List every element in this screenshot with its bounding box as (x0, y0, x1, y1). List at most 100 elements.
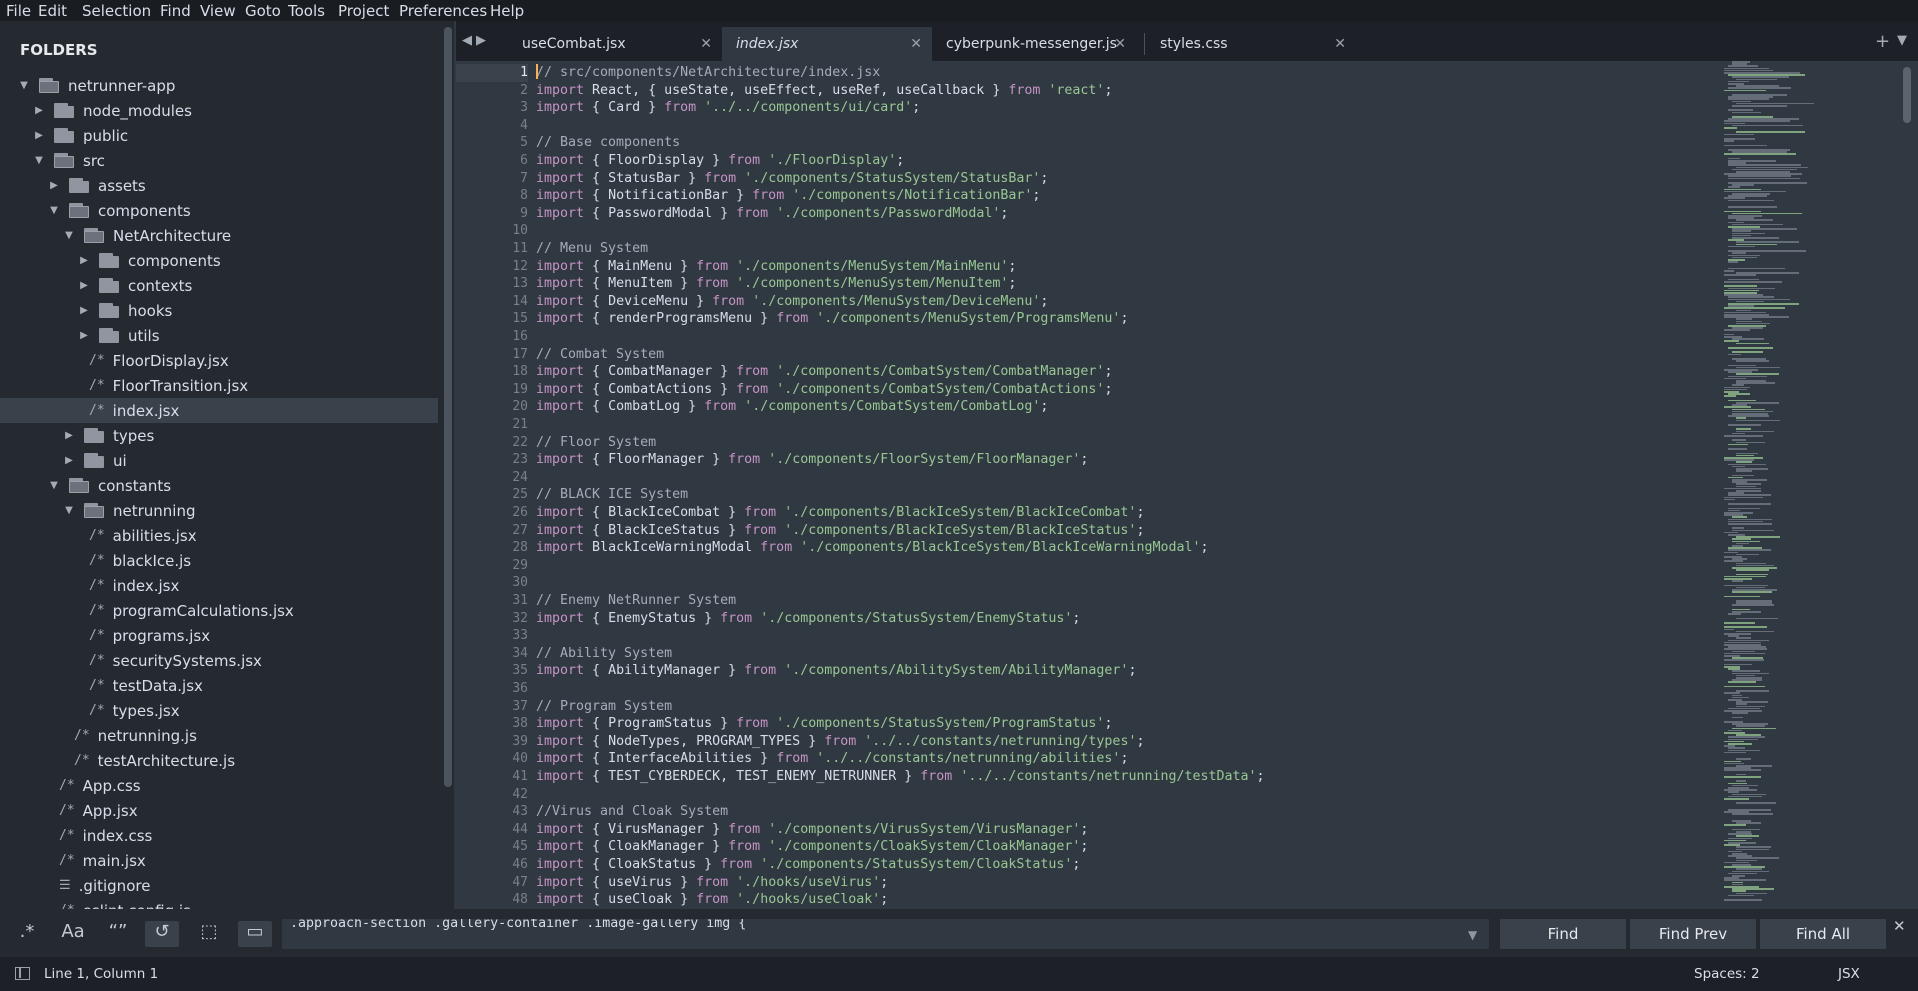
find-prev-button[interactable]: Find Prev (1630, 919, 1756, 949)
tree-folder[interactable]: ▼ src (0, 148, 438, 173)
highlight-matches-icon[interactable]: ▭ (238, 921, 272, 947)
code-line[interactable]: // Enemy NetRunner System (536, 592, 736, 610)
chevron-right-icon[interactable]: ▶ (79, 255, 89, 266)
chevron-right-icon[interactable]: ▶ (64, 455, 74, 466)
tree-file[interactable]: /* FloorTransition.jsx (0, 373, 438, 398)
code-line[interactable]: import { EnemyStatus } from './component… (536, 610, 1080, 628)
code-line[interactable]: // Base components (536, 134, 680, 152)
code-line[interactable]: import { InterfaceAbilities } from '../.… (536, 750, 1128, 768)
tree-file[interactable]: ☰ .gitignore (0, 873, 438, 898)
tree-folder[interactable]: ▼ netrunning (0, 498, 438, 523)
code-line[interactable]: // Floor System (536, 434, 656, 452)
find-all-button[interactable]: Find All (1760, 919, 1886, 949)
syntax-setting[interactable]: JSX (1838, 966, 1860, 982)
editor-scroll-thumb[interactable] (1903, 67, 1911, 123)
chevron-right-icon[interactable]: ▶ (34, 105, 44, 116)
code-line[interactable]: import { CloakManager } from './componen… (536, 838, 1088, 856)
chevron-right-icon[interactable]: ▶ (79, 330, 89, 341)
tree-folder[interactable]: ▶ contexts (0, 273, 438, 298)
code-line[interactable]: import { FloorDisplay } from './FloorDis… (536, 152, 904, 170)
sidebar-scroll-thumb[interactable] (444, 27, 452, 787)
tree-folder[interactable]: ▶ utils (0, 323, 438, 348)
menu-preferences[interactable]: Preferences (399, 2, 487, 20)
code-line[interactable]: //Virus and Cloak System (536, 803, 728, 821)
chevron-right-icon[interactable]: ▶ (79, 280, 89, 291)
chevron-right-icon[interactable]: ▶ (64, 430, 74, 441)
chevron-right-icon[interactable]: ▶ (34, 130, 44, 141)
tree-file[interactable]: /* App.jsx (0, 798, 438, 823)
tree-file[interactable]: /* index.jsx (0, 398, 438, 423)
tree-file[interactable]: /* testArchitecture.js (0, 748, 438, 773)
chevron-right-icon[interactable]: ▶ (49, 180, 59, 191)
code-line[interactable]: import { CombatLog } from './components/… (536, 398, 1048, 416)
code-line[interactable]: import { useCloak } from './hooks/useClo… (536, 891, 888, 909)
code-line[interactable]: // Menu System (536, 240, 648, 258)
regex-icon[interactable]: .* (10, 921, 44, 947)
tree-file[interactable]: /* abilities.jsx (0, 523, 438, 548)
menu-project[interactable]: Project (338, 2, 389, 20)
chevron-right-icon[interactable]: ▶ (79, 305, 89, 316)
tree-file[interactable]: /* netrunning.js (0, 723, 438, 748)
code-line[interactable]: import { BlackIceCombat } from './compon… (536, 504, 1144, 522)
code-line[interactable]: import { CombatManager } from './compone… (536, 363, 1112, 381)
code-line[interactable]: import { MainMenu } from './components/M… (536, 258, 1016, 276)
tree-folder[interactable]: ▶ types (0, 423, 438, 448)
tab-usecombat[interactable]: useCombat.jsx ✕ (508, 27, 722, 61)
tree-file[interactable]: /* index.jsx (0, 573, 438, 598)
tree-folder[interactable]: ▶ node_modules (0, 98, 438, 123)
tree-file[interactable]: /* main.jsx (0, 848, 438, 873)
tree-folder[interactable]: ▶ components (0, 248, 438, 273)
menu-find[interactable]: Find (160, 2, 191, 20)
tree-folder[interactable]: ▼ constants (0, 473, 438, 498)
code-line[interactable]: import { StatusBar } from './components/… (536, 170, 1048, 188)
whole-word-icon[interactable]: “” (101, 921, 135, 947)
tab-cyberpunk-messenger[interactable]: cyberpunk-messenger.js ✕ (932, 27, 1136, 61)
close-icon[interactable]: ✕ (700, 36, 712, 52)
tab-list-icon[interactable]: ▼ (1897, 33, 1907, 48)
code-line[interactable]: import BlackIceWarningModal from './comp… (536, 539, 1209, 557)
tree-file[interactable]: /* FloorDisplay.jsx (0, 348, 438, 373)
chevron-down-icon[interactable]: ▼ (64, 505, 74, 516)
tree-folder[interactable]: ▼ NetArchitecture (0, 223, 438, 248)
find-input[interactable]: .approach-section .gallery-container .im… (282, 919, 1489, 949)
tree-folder[interactable]: ▶ assets (0, 173, 438, 198)
tree-file[interactable]: /*eslint.config.js (0, 898, 438, 910)
menu-file[interactable]: File (6, 2, 31, 20)
code-line[interactable]: import { BlackIceStatus } from './compon… (536, 522, 1144, 540)
tree-file[interactable]: /* App.css (0, 773, 438, 798)
code-line[interactable]: import { DeviceMenu } from './components… (536, 293, 1048, 311)
code-line[interactable]: import { useVirus } from './hooks/useVir… (536, 874, 888, 892)
code-line[interactable]: import { NotificationBar } from './compo… (536, 187, 1040, 205)
code-line[interactable]: // Ability System (536, 645, 672, 663)
code-line[interactable]: import { VirusManager } from './componen… (536, 821, 1088, 839)
close-find-icon[interactable]: ✕ (1893, 917, 1906, 935)
menu-view[interactable]: View (200, 2, 236, 20)
code-line[interactable]: import { PasswordModal } from './compone… (536, 205, 1008, 223)
editor-scrollbar[interactable] (1900, 61, 1914, 909)
tab-styles[interactable]: styles.css ✕ (1146, 27, 1356, 61)
chevron-down-icon[interactable]: ▼ (49, 480, 59, 491)
tab-index[interactable]: index.jsx ✕ (722, 27, 932, 61)
find-button[interactable]: Find (1500, 919, 1626, 949)
tree-file[interactable]: /* securitySystems.jsx (0, 648, 438, 673)
menu-tools[interactable]: Tools (288, 2, 325, 20)
case-sensitive-icon[interactable]: Aa (56, 921, 90, 947)
close-icon[interactable]: ✕ (910, 36, 922, 52)
sidebar-toggle-icon[interactable] (15, 967, 30, 980)
menu-selection[interactable]: Selection (82, 2, 151, 20)
tree-folder[interactable]: ▶ public (0, 123, 438, 148)
find-history-icon[interactable]: ▼ (1468, 928, 1477, 942)
code-line[interactable]: import { FloorManager } from './componen… (536, 451, 1088, 469)
chevron-down-icon[interactable]: ▼ (64, 230, 74, 241)
tab-prev-icon[interactable]: ◀ (462, 33, 472, 48)
code-line[interactable]: // src/components/NetArchitecture/index.… (536, 64, 880, 82)
indentation-setting[interactable]: Spaces: 2 (1694, 966, 1760, 982)
tree-folder[interactable]: ▼ netrunner-app (0, 73, 438, 98)
code-line[interactable]: // BLACK ICE System (536, 486, 688, 504)
code-line[interactable]: import { TEST_CYBERDECK, TEST_ENEMY_NETR… (536, 768, 1265, 786)
code-line[interactable]: import { MenuItem } from './components/M… (536, 275, 1016, 293)
tree-file[interactable]: /* types.jsx (0, 698, 438, 723)
code-line[interactable]: import { renderProgramsMenu } from './co… (536, 310, 1128, 328)
tree-file[interactable]: /* testData.jsx (0, 673, 438, 698)
chevron-down-icon[interactable]: ▼ (19, 80, 29, 91)
